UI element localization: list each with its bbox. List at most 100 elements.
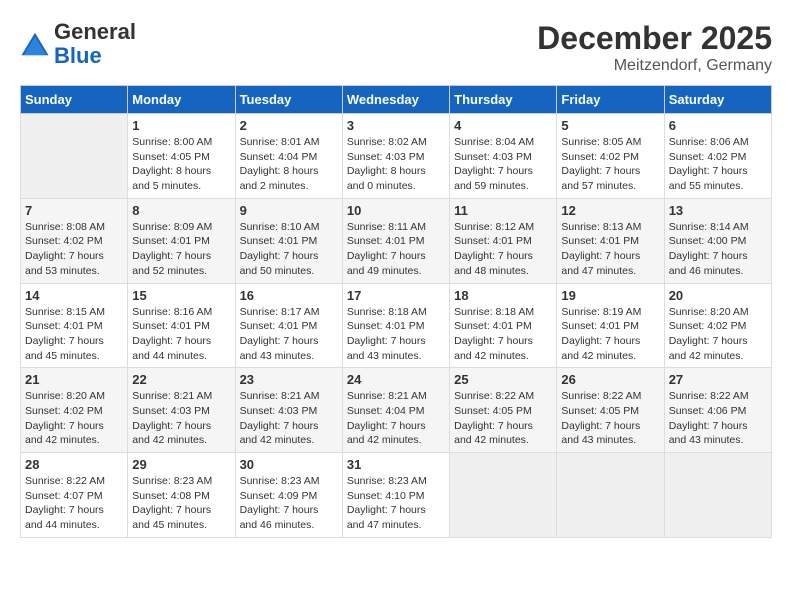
day-info: Sunrise: 8:16 AMSunset: 4:01 PMDaylight:… (132, 305, 230, 364)
day-info: Sunrise: 8:10 AMSunset: 4:01 PMDaylight:… (240, 220, 338, 279)
calendar-cell: 27 Sunrise: 8:22 AMSunset: 4:06 PMDayligh… (664, 368, 771, 453)
day-number: 5 (561, 118, 659, 133)
day-number: 1 (132, 118, 230, 133)
calendar-cell: 26 Sunrise: 8:22 AMSunset: 4:05 PMDayligh… (557, 368, 664, 453)
calendar-cell: 29 Sunrise: 8:23 AMSunset: 4:08 PMDayligh… (128, 453, 235, 538)
calendar-cell: 20Sunrise: 8:20 AMSunset: 4:02 PMDayligh… (664, 283, 771, 368)
calendar-cell: 31 Sunrise: 8:23 AMSunset: 4:10 PMDayligh… (342, 453, 449, 538)
day-info: Sunrise: 8:21 AMSunset: 4:03 PMDaylight:… (132, 389, 230, 448)
calendar-cell: 12 Sunrise: 8:13 AMSunset: 4:01 PMDayligh… (557, 198, 664, 283)
calendar-cell: 11 Sunrise: 8:12 AMSunset: 4:01 PMDayligh… (450, 198, 557, 283)
day-info: Sunrise: 8:17 AMSunset: 4:01 PMDaylight:… (240, 305, 338, 364)
calendar-cell: 5 Sunrise: 8:05 AMSunset: 4:02 PMDaylight… (557, 114, 664, 199)
day-number: 18 (454, 288, 552, 303)
weekday-header-row: SundayMondayTuesdayWednesdayThursdayFrid… (21, 86, 772, 114)
day-info: Sunrise: 8:22 AMSunset: 4:05 PMDaylight:… (454, 389, 552, 448)
calendar-cell (21, 114, 128, 199)
day-info: Sunrise: 8:21 AMSunset: 4:03 PMDaylight:… (240, 389, 338, 448)
calendar-cell: 24Sunrise: 8:21 AMSunset: 4:04 PMDayligh… (342, 368, 449, 453)
day-info: Sunrise: 8:22 AMSunset: 4:06 PMDaylight:… (669, 389, 767, 448)
day-number: 30 (240, 457, 338, 472)
day-info: Sunrise: 8:08 AMSunset: 4:02 PMDaylight:… (25, 220, 123, 279)
day-number: 21 (25, 372, 123, 387)
day-info: Sunrise: 8:18 AMSunset: 4:01 PMDaylight:… (454, 305, 552, 364)
location-subtitle: Meitzendorf, Germany (537, 57, 772, 75)
day-number: 9 (240, 203, 338, 218)
day-number: 2 (240, 118, 338, 133)
day-number: 19 (561, 288, 659, 303)
calendar-cell: 6 Sunrise: 8:06 AMSunset: 4:02 PMDaylight… (664, 114, 771, 199)
weekday-header-tuesday: Tuesday (235, 86, 342, 114)
calendar-cell: 17 Sunrise: 8:18 AMSunset: 4:01 PMDayligh… (342, 283, 449, 368)
calendar-cell: 9 Sunrise: 8:10 AMSunset: 4:01 PMDaylight… (235, 198, 342, 283)
calendar-cell: 3Sunrise: 8:02 AMSunset: 4:03 PMDaylight… (342, 114, 449, 199)
logo-icon (20, 29, 50, 59)
week-row-3: 14 Sunrise: 8:15 AMSunset: 4:01 PMDayligh… (21, 283, 772, 368)
calendar-cell: 2Sunrise: 8:01 AMSunset: 4:04 PMDaylight… (235, 114, 342, 199)
day-number: 31 (347, 457, 445, 472)
day-info: Sunrise: 8:12 AMSunset: 4:01 PMDaylight:… (454, 220, 552, 279)
day-number: 29 (132, 457, 230, 472)
day-info: Sunrise: 8:19 AMSunset: 4:01 PMDaylight:… (561, 305, 659, 364)
day-info: Sunrise: 8:23 AMSunset: 4:10 PMDaylight:… (347, 474, 445, 533)
day-number: 7 (25, 203, 123, 218)
calendar-cell: 1 Sunrise: 8:00 AMSunset: 4:05 PMDaylight… (128, 114, 235, 199)
day-number: 23 (240, 372, 338, 387)
day-info: Sunrise: 8:20 AMSunset: 4:02 PMDaylight:… (25, 389, 123, 448)
calendar-cell (664, 453, 771, 538)
day-info: Sunrise: 8:21 AMSunset: 4:04 PMDaylight:… (347, 389, 445, 448)
day-info: Sunrise: 8:05 AMSunset: 4:02 PMDaylight:… (561, 135, 659, 194)
calendar-cell: 10 Sunrise: 8:11 AMSunset: 4:01 PMDayligh… (342, 198, 449, 283)
calendar-cell: 16 Sunrise: 8:17 AMSunset: 4:01 PMDayligh… (235, 283, 342, 368)
day-info: Sunrise: 8:22 AMSunset: 4:05 PMDaylight:… (561, 389, 659, 448)
calendar-cell: 13Sunrise: 8:14 AMSunset: 4:00 PMDayligh… (664, 198, 771, 283)
day-number: 11 (454, 203, 552, 218)
day-number: 12 (561, 203, 659, 218)
day-info: Sunrise: 8:11 AMSunset: 4:01 PMDaylight:… (347, 220, 445, 279)
day-number: 17 (347, 288, 445, 303)
day-number: 10 (347, 203, 445, 218)
day-info: Sunrise: 8:15 AMSunset: 4:01 PMDaylight:… (25, 305, 123, 364)
weekday-header-sunday: Sunday (21, 86, 128, 114)
weekday-header-friday: Friday (557, 86, 664, 114)
day-info: Sunrise: 8:14 AMSunset: 4:00 PMDaylight:… (669, 220, 767, 279)
day-number: 8 (132, 203, 230, 218)
week-row-5: 28 Sunrise: 8:22 AMSunset: 4:07 PMDayligh… (21, 453, 772, 538)
title-block: December 2025 Meitzendorf, Germany (537, 20, 772, 75)
day-info: Sunrise: 8:23 AMSunset: 4:09 PMDaylight:… (240, 474, 338, 533)
weekday-header-thursday: Thursday (450, 86, 557, 114)
day-number: 16 (240, 288, 338, 303)
day-info: Sunrise: 8:13 AMSunset: 4:01 PMDaylight:… (561, 220, 659, 279)
calendar-cell: 18 Sunrise: 8:18 AMSunset: 4:01 PMDayligh… (450, 283, 557, 368)
day-info: Sunrise: 8:06 AMSunset: 4:02 PMDaylight:… (669, 135, 767, 194)
week-row-2: 7 Sunrise: 8:08 AMSunset: 4:02 PMDaylight… (21, 198, 772, 283)
week-row-1: 1 Sunrise: 8:00 AMSunset: 4:05 PMDaylight… (21, 114, 772, 199)
logo-text: General Blue (54, 20, 136, 68)
day-info: Sunrise: 8:22 AMSunset: 4:07 PMDaylight:… (25, 474, 123, 533)
day-number: 22 (132, 372, 230, 387)
day-number: 26 (561, 372, 659, 387)
day-number: 14 (25, 288, 123, 303)
calendar-cell: 14 Sunrise: 8:15 AMSunset: 4:01 PMDayligh… (21, 283, 128, 368)
calendar-cell: 22 Sunrise: 8:21 AMSunset: 4:03 PMDayligh… (128, 368, 235, 453)
calendar-cell: 7 Sunrise: 8:08 AMSunset: 4:02 PMDaylight… (21, 198, 128, 283)
day-info: Sunrise: 8:18 AMSunset: 4:01 PMDaylight:… (347, 305, 445, 364)
calendar-cell: 30 Sunrise: 8:23 AMSunset: 4:09 PMDayligh… (235, 453, 342, 538)
day-number: 6 (669, 118, 767, 133)
day-info: Sunrise: 8:04 AMSunset: 4:03 PMDaylight:… (454, 135, 552, 194)
page-header: General Blue December 2025 Meitzendorf, … (20, 20, 772, 75)
calendar-cell: 8Sunrise: 8:09 AMSunset: 4:01 PMDaylight… (128, 198, 235, 283)
day-info: Sunrise: 8:23 AMSunset: 4:08 PMDaylight:… (132, 474, 230, 533)
calendar-cell (557, 453, 664, 538)
day-info: Sunrise: 8:00 AMSunset: 4:05 PMDaylight:… (132, 135, 230, 194)
day-number: 27 (669, 372, 767, 387)
weekday-header-saturday: Saturday (664, 86, 771, 114)
day-number: 15 (132, 288, 230, 303)
calendar-cell: 28 Sunrise: 8:22 AMSunset: 4:07 PMDayligh… (21, 453, 128, 538)
day-number: 20 (669, 288, 767, 303)
week-row-4: 21 Sunrise: 8:20 AMSunset: 4:02 PMDayligh… (21, 368, 772, 453)
day-number: 3 (347, 118, 445, 133)
calendar-cell: 21 Sunrise: 8:20 AMSunset: 4:02 PMDayligh… (21, 368, 128, 453)
calendar-cell: 15 Sunrise: 8:16 AMSunset: 4:01 PMDayligh… (128, 283, 235, 368)
day-number: 28 (25, 457, 123, 472)
